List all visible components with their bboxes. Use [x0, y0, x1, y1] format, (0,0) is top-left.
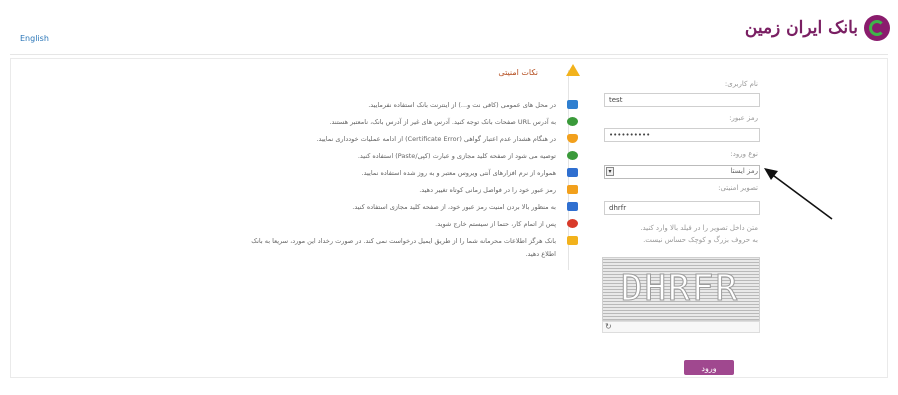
refresh-icon[interactable]: ↻ — [605, 322, 612, 331]
logo-mark-icon — [864, 15, 890, 41]
tip-item: در هنگام هشدار عدم اعتبار گواهی (Certifi… — [316, 135, 556, 143]
english-link[interactable]: English — [20, 34, 49, 43]
login-button[interactable]: ورود — [684, 360, 734, 375]
username-label: نام کاربری: — [724, 80, 758, 88]
captcha-hint-2: به حروف بزرگ و کوچک حساس نیست. — [643, 236, 758, 244]
password-label: رمز عبور: — [729, 114, 758, 122]
captcha-toolbar — [602, 321, 760, 333]
captcha-hint-1: متن داخل تصویر را در فیلد بالا وارد کنید… — [640, 224, 758, 232]
tips-title: نکات امنیتی — [498, 68, 538, 77]
tip-item: پس از اتمام کار، حتما از سیستم خارج شوید… — [435, 220, 556, 228]
bank-name: بانک ایران زمین — [744, 18, 858, 38]
login-type-label: نوع ورود: — [730, 150, 758, 158]
wifi-icon — [567, 100, 578, 109]
tip-item: به منظور بالا بردن امنیت رمز عبور خود، ا… — [352, 203, 556, 211]
tip-item: بانک هرگز اطلاعات محرمانه شما را از طریق… — [251, 237, 556, 245]
tip-item: رمز عبور خود را در فواصل زمانی کوتاه تغی… — [419, 186, 556, 194]
username-input[interactable] — [604, 93, 760, 107]
power-icon — [567, 219, 578, 228]
login-type-value: رمز ایستا — [730, 167, 758, 175]
laptop-icon — [567, 168, 578, 177]
captcha-input[interactable] — [604, 201, 760, 215]
captcha-label: تصویر امنیتی: — [718, 184, 758, 192]
search-icon — [567, 151, 578, 160]
password-input[interactable] — [604, 128, 760, 142]
tip-item: به آدرس URL صفحات بانک توجه کنید. آدرس ه… — [329, 118, 556, 126]
globe-icon — [567, 117, 578, 126]
warning-icon — [566, 64, 580, 76]
header-divider — [10, 54, 888, 55]
email-icon — [567, 236, 578, 245]
tip-item: اطلاع دهید. — [525, 250, 556, 258]
tip-item: در محل های عمومی (کافی نت و...) از اینتر… — [368, 101, 556, 109]
pointer-arrow-icon — [764, 168, 833, 220]
tip-item: توصیه می شود از صفحه کلید مجازی و عبارت … — [357, 152, 556, 160]
captcha-image-text: DHRFR — [620, 268, 740, 310]
keyboard-icon — [567, 202, 578, 211]
tip-item: همواره از نرم افزارهای آنتی ویروس معتبر … — [361, 169, 556, 177]
bank-logo: بانک ایران زمین — [745, 8, 890, 48]
chevron-down-icon[interactable]: ▾ — [606, 167, 614, 176]
lock-icon — [567, 185, 578, 194]
